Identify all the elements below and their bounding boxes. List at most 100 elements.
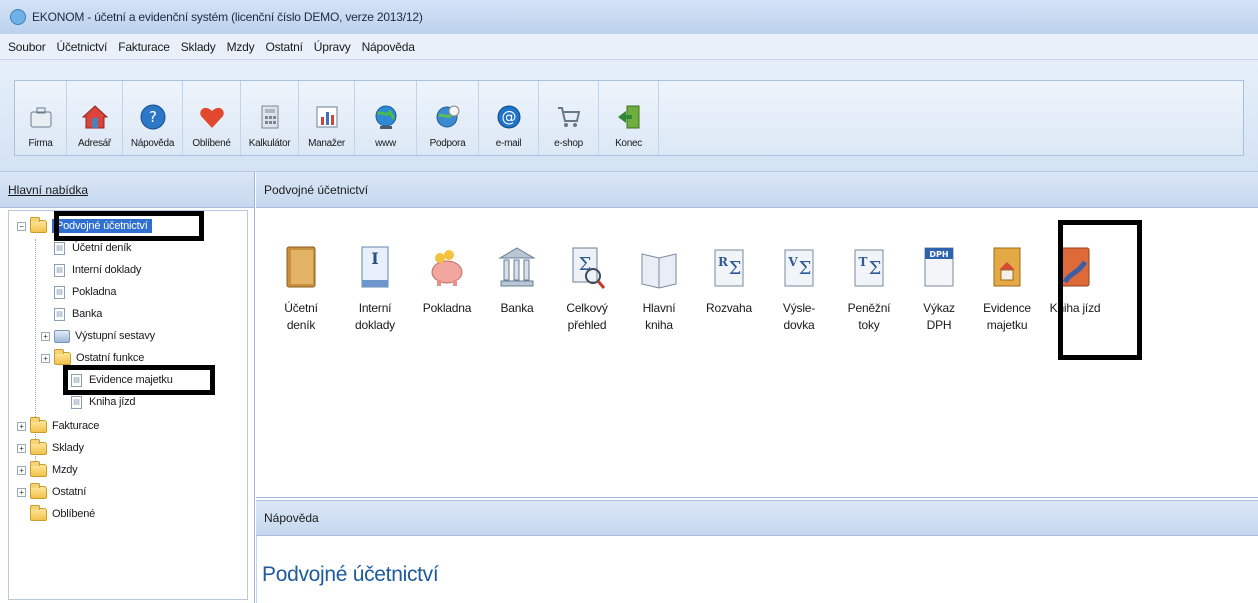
svg-text:V: V bbox=[787, 255, 798, 269]
toolbar-label: Podpora bbox=[429, 138, 466, 149]
toolbar-oblibene-button[interactable]: Oblíbené bbox=[183, 81, 241, 155]
collapse-icon[interactable]: − bbox=[17, 221, 26, 231]
menu-sklady[interactable]: Sklady bbox=[181, 40, 216, 54]
asset-register-icon bbox=[993, 247, 1021, 287]
folder-icon bbox=[30, 482, 47, 499]
module-label: Výsle- bbox=[782, 301, 816, 315]
toolbar-manazer-button[interactable]: Manažer bbox=[299, 81, 355, 155]
toolbar-button-group: Firma Adresář ? Nápověda Oblíbené Kalkul… bbox=[14, 80, 1244, 156]
main-menu-title: Hlavní nabídka bbox=[8, 182, 89, 197]
menu-upravy[interactable]: Úpravy bbox=[314, 40, 351, 54]
menu-fakturace[interactable]: Fakturace bbox=[118, 40, 170, 54]
tree-item-mzdy[interactable]: + Mzdy bbox=[17, 460, 78, 479]
module-label: doklady bbox=[355, 318, 395, 332]
tree-item-interni-doklady[interactable]: ▤ Interní doklady bbox=[54, 261, 141, 279]
highlight-box bbox=[54, 211, 204, 241]
module-pokladna[interactable]: Pokladna bbox=[416, 244, 478, 317]
expand-icon[interactable]: + bbox=[17, 443, 26, 453]
menu-ucetnictvi[interactable]: Účetnictví bbox=[57, 40, 108, 54]
tree-item-fakturace[interactable]: + Fakturace bbox=[17, 416, 99, 435]
toolbar-www-button[interactable]: www bbox=[355, 81, 417, 155]
module-label: Celkový bbox=[566, 301, 608, 315]
module-label: Evidence bbox=[983, 301, 1031, 315]
menu-napoveda[interactable]: Nápověda bbox=[362, 40, 415, 54]
tree-item-label: Účetní deník bbox=[72, 242, 132, 254]
tree-item-ostatni[interactable]: + Ostatní bbox=[17, 482, 86, 501]
folder-icon bbox=[30, 504, 47, 521]
module-label: Interní bbox=[358, 301, 392, 315]
main-menu-panel: Hlavní nabídka − Podvojné účetnictví ▤ Ú… bbox=[0, 172, 255, 603]
toolbar-eshop-button[interactable]: e-shop bbox=[539, 81, 599, 155]
toolbar-konec-button[interactable]: Konec bbox=[599, 81, 659, 155]
toolbar-podpora-button[interactable]: Podpora bbox=[417, 81, 479, 155]
folder-icon bbox=[30, 438, 47, 455]
toolbar-label: e-shop bbox=[554, 138, 583, 149]
module-interni-doklady[interactable]: I Interní doklady bbox=[344, 244, 406, 334]
tree-item-label: Sklady bbox=[52, 442, 84, 454]
folder-icon bbox=[30, 416, 47, 433]
toolbar-adresar-button[interactable]: Adresář bbox=[67, 81, 123, 155]
help-icon: ? bbox=[140, 104, 165, 130]
toolbar-label: Kalkulátor bbox=[248, 138, 291, 149]
globe-icon bbox=[375, 105, 396, 129]
toolbar-email-button[interactable]: @ e-mail bbox=[479, 81, 539, 155]
module-celkovy-prehled[interactable]: Σ Celkový přehled bbox=[556, 244, 618, 334]
module-label: Banka bbox=[500, 301, 534, 315]
module-hlavni-kniha[interactable]: Hlavní kniha bbox=[628, 244, 690, 334]
house-icon bbox=[81, 105, 108, 129]
toolbar-kalkulator-button[interactable]: Kalkulátor bbox=[241, 81, 299, 155]
module-label: toky bbox=[858, 318, 880, 332]
module-vysledovka[interactable]: VΣ Výsle- dovka bbox=[768, 244, 830, 334]
module-label: DPH bbox=[926, 318, 952, 332]
module-label: kniha bbox=[645, 318, 673, 332]
expand-icon[interactable]: + bbox=[17, 465, 26, 475]
folder-icon bbox=[30, 216, 47, 233]
svg-text:DPH: DPH bbox=[929, 250, 948, 259]
tree-item-pokladna[interactable]: ▤ Pokladna bbox=[54, 283, 116, 301]
module-penezni-toky[interactable]: TΣ Peněžní toky bbox=[838, 244, 900, 334]
menu-soubor[interactable]: Soubor bbox=[8, 40, 46, 54]
ledger-icon bbox=[641, 253, 677, 289]
menu-ostatni[interactable]: Ostatní bbox=[265, 40, 302, 54]
module-ucetni-denik[interactable]: Účetní deník bbox=[270, 244, 332, 334]
app-icon bbox=[10, 9, 26, 25]
tree-item-sklady[interactable]: + Sklady bbox=[17, 438, 84, 457]
window-title: EKONOM - účetní a evidenční systém (lice… bbox=[32, 10, 423, 24]
toolbar-firma-button[interactable]: Firma bbox=[15, 81, 67, 155]
module-icon-grid: Účetní deník I Interní doklady Pokladna … bbox=[256, 208, 1258, 498]
tree-item-vystupni-sestavy[interactable]: + Výstupní sestavy bbox=[41, 327, 155, 345]
document-icon: ▤ bbox=[71, 395, 82, 409]
module-label: majetku bbox=[986, 318, 1028, 332]
tree-item-banka[interactable]: ▤ Banka bbox=[54, 305, 102, 323]
heart-icon bbox=[199, 107, 224, 128]
module-label: Hlavní bbox=[642, 301, 676, 315]
title-bar: EKONOM - účetní a evidenční systém (lice… bbox=[0, 0, 1258, 34]
main-menu-tree: − Podvojné účetnictví ▤ Účetní deník ▤ I… bbox=[8, 210, 248, 600]
module-banka[interactable]: Banka bbox=[486, 244, 548, 317]
tree-item-oblibene[interactable]: Oblíbené bbox=[30, 504, 95, 523]
expand-icon[interactable]: + bbox=[17, 421, 26, 431]
svg-text:Σ: Σ bbox=[869, 258, 882, 279]
toolbar-label: Konec bbox=[615, 138, 642, 149]
module-rozvaha[interactable]: RΣ Rozvaha bbox=[698, 244, 760, 317]
module-evidence-majetku[interactable]: Evidence majetku bbox=[976, 244, 1038, 334]
module-label: Rozvaha bbox=[706, 301, 752, 315]
menu-mzdy[interactable]: Mzdy bbox=[227, 40, 255, 54]
cash-flow-icon: TΣ bbox=[854, 249, 884, 287]
toolbar-label: www bbox=[375, 138, 396, 149]
chart-icon bbox=[316, 106, 337, 128]
bank-icon bbox=[498, 247, 536, 287]
tree-item-label: Ostatní funkce bbox=[76, 352, 145, 364]
briefcase-icon bbox=[30, 107, 51, 128]
toolbar-napoveda-button[interactable]: ? Nápověda bbox=[123, 81, 183, 155]
expand-icon[interactable]: + bbox=[41, 353, 50, 363]
module-vykaz-dph[interactable]: DPH Výkaz DPH bbox=[908, 244, 970, 334]
calculator-icon bbox=[261, 105, 278, 129]
tree-item-ucetni-denik[interactable]: ▤ Účetní deník bbox=[54, 239, 132, 257]
help-panel-title: Nápověda bbox=[264, 511, 319, 525]
highlight-box bbox=[63, 365, 215, 395]
expand-icon[interactable]: + bbox=[41, 331, 50, 341]
expand-icon[interactable]: + bbox=[17, 487, 26, 497]
tree-item-kniha-jizd[interactable]: ▤ Kniha jízd bbox=[71, 393, 136, 411]
tree-item-label: Kniha jízd bbox=[89, 396, 136, 408]
